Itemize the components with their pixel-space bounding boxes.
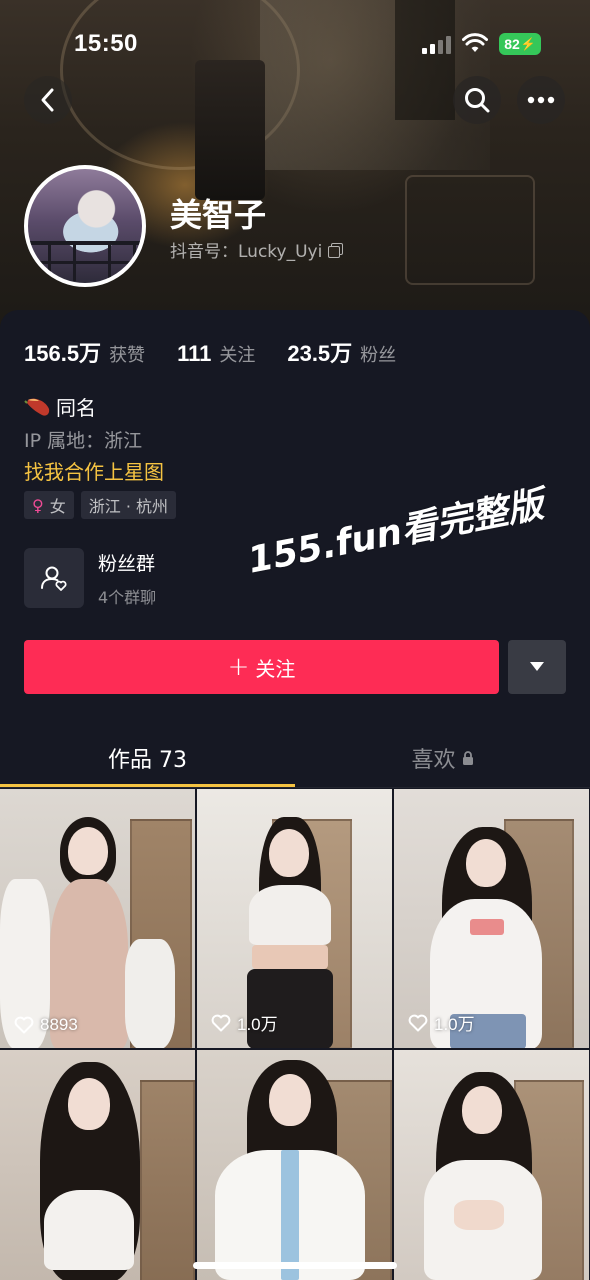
- stat-label: 粉丝: [360, 345, 397, 366]
- location-tag: 浙江 · 杭州: [80, 491, 176, 519]
- douyin-id[interactable]: 抖音号：Lucky_Uyi: [170, 237, 344, 262]
- stat-likes[interactable]: 156.5万 获赞: [24, 336, 145, 368]
- content-tabs: 作品 73 喜欢: [0, 728, 590, 788]
- douyin-id-text: 抖音号：Lucky_Uyi: [170, 242, 323, 262]
- like-count-value: 1.0万: [237, 1015, 278, 1034]
- video-thumbnail[interactable]: 1.0万: [394, 789, 589, 1048]
- gender-text: 女: [49, 497, 66, 516]
- like-count-value: 8893: [40, 1015, 78, 1034]
- like-count: 1.0万: [211, 1010, 278, 1035]
- signal-icon: [422, 36, 454, 54]
- more-button[interactable]: [517, 76, 565, 124]
- stat-value: 23.5万: [287, 341, 353, 366]
- plus-icon: +: [227, 652, 250, 682]
- heart-icon: [14, 1016, 34, 1034]
- home-indicator: [193, 1262, 397, 1269]
- video-thumbnail[interactable]: [0, 1050, 195, 1280]
- heart-icon: [211, 1014, 231, 1031]
- recommend-dropdown-button[interactable]: [508, 640, 566, 694]
- follow-button[interactable]: + 关注: [24, 640, 499, 694]
- more-icon: [527, 96, 555, 104]
- ip-location: IP 属地：浙江: [24, 430, 143, 452]
- profile-tags: ♀ 女 浙江 · 杭州: [24, 491, 176, 519]
- video-thumbnail[interactable]: [394, 1050, 589, 1280]
- chevron-left-icon: [41, 88, 54, 112]
- stat-label: 获赞: [109, 345, 146, 366]
- collab-link[interactable]: 找我合作上星图: [24, 456, 164, 485]
- status-bar: 15:50 82 ⚡: [0, 0, 590, 88]
- female-icon: ♀: [32, 495, 44, 515]
- video-thumbnail[interactable]: 1.0万: [197, 789, 392, 1048]
- group-icon: [24, 548, 84, 608]
- triangle-down-icon: [530, 662, 544, 671]
- stat-label: 关注: [219, 345, 256, 366]
- stat-following[interactable]: 111 关注: [177, 341, 255, 367]
- tab-likes[interactable]: 喜欢: [295, 728, 590, 788]
- wifi-icon: [462, 33, 488, 52]
- bio-line: 同名: [24, 392, 96, 421]
- like-count: 8893: [14, 1015, 78, 1035]
- battery-indicator: 82 ⚡: [499, 33, 541, 55]
- like-count: 1.0万: [408, 1010, 475, 1035]
- follow-label: 关注: [255, 656, 296, 681]
- heart-icon: [408, 1014, 428, 1031]
- watermark-text: 155.fun看完整版: [244, 484, 547, 582]
- tab-likes-label: 喜欢: [411, 748, 456, 773]
- location-text: 浙江 · 杭州: [88, 497, 168, 516]
- gender-tag: ♀ 女: [24, 491, 74, 519]
- fan-group-title: 粉丝群: [98, 552, 156, 575]
- video-thumbnail[interactable]: 8893: [0, 789, 195, 1048]
- stats-row: 156.5万 获赞 111 关注 23.5万 粉丝: [24, 336, 428, 368]
- bio-text: 同名: [56, 396, 96, 420]
- back-button[interactable]: [24, 76, 72, 124]
- stat-value: 111: [177, 341, 212, 366]
- fan-group-subtitle: 4个群聊: [98, 587, 157, 607]
- status-time: 15:50: [74, 30, 138, 57]
- lock-icon: [462, 750, 473, 765]
- video-thumbnail[interactable]: [197, 1050, 392, 1280]
- sweet-potato-icon: [24, 398, 50, 416]
- tab-works[interactable]: 作品 73: [0, 728, 295, 788]
- search-button[interactable]: [453, 76, 501, 124]
- avatar[interactable]: [24, 165, 146, 287]
- fan-group-entry[interactable]: 粉丝群 4个群聊: [24, 548, 156, 608]
- stat-value: 156.5万: [24, 341, 102, 366]
- search-icon: [465, 88, 490, 113]
- display-name: 美智子: [170, 196, 267, 234]
- like-count-value: 1.0万: [434, 1015, 475, 1034]
- copy-icon[interactable]: [328, 242, 344, 258]
- stat-followers[interactable]: 23.5万 粉丝: [287, 336, 396, 368]
- tab-divider: [0, 787, 590, 788]
